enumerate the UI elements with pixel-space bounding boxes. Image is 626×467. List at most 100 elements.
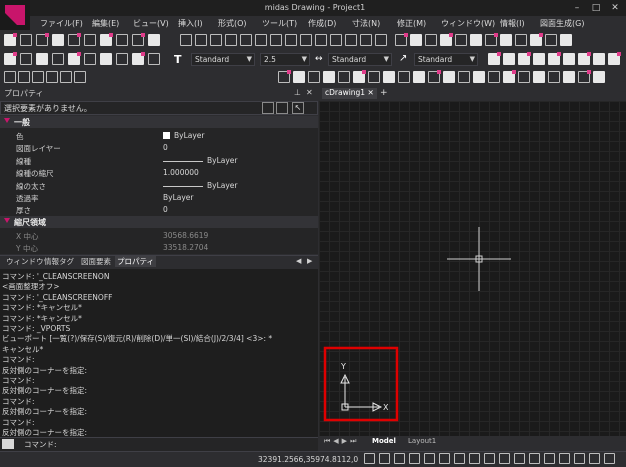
tool-r3b-19-icon[interactable] bbox=[563, 71, 575, 83]
layout-tab-0[interactable]: Model bbox=[372, 437, 396, 445]
menu-9[interactable]: ウィンドウ(W) bbox=[441, 18, 495, 29]
scale-property-row[interactable]: X 中心 30568.6619 bbox=[0, 230, 318, 242]
tab-scroll-left-icon[interactable]: ◀ bbox=[296, 257, 301, 265]
status-toggle-1-icon[interactable] bbox=[379, 453, 390, 464]
toggle-pickadd-icon[interactable]: ↖ bbox=[292, 102, 304, 114]
tool-r3b-17-icon[interactable] bbox=[533, 71, 545, 83]
status-toggle-0-icon[interactable] bbox=[364, 453, 375, 464]
dim-style-select[interactable]: Standard ▼ bbox=[328, 53, 392, 66]
draw-r1-6-icon[interactable] bbox=[270, 34, 282, 46]
quick-select-icon[interactable] bbox=[262, 102, 274, 114]
tool-r1b-2-icon[interactable] bbox=[425, 34, 437, 46]
draw-r1-5-icon[interactable] bbox=[255, 34, 267, 46]
panel-tab-2[interactable]: 図面要素 bbox=[79, 256, 113, 267]
tool-r1b-1-icon[interactable] bbox=[410, 34, 422, 46]
tool-r3-1-icon[interactable] bbox=[18, 71, 30, 83]
draw-r1-10-icon[interactable] bbox=[330, 34, 342, 46]
menu-3[interactable]: 挿入(I) bbox=[178, 18, 203, 29]
property-row[interactable]: 透過率 ByLayer bbox=[0, 192, 318, 204]
tool-r3b-3-icon[interactable] bbox=[323, 71, 335, 83]
panel-tab-0[interactable]: ウィンドウ bbox=[4, 256, 46, 267]
status-toggle-3-icon[interactable] bbox=[409, 453, 420, 464]
status-toggle-11-icon[interactable] bbox=[529, 453, 540, 464]
draw-r1-4-icon[interactable] bbox=[240, 34, 252, 46]
menu-5[interactable]: ツール(T) bbox=[262, 18, 297, 29]
status-toggle-5-icon[interactable] bbox=[439, 453, 450, 464]
tool-r2-9-icon[interactable] bbox=[148, 53, 160, 65]
tool-r2-3-icon[interactable] bbox=[52, 53, 64, 65]
text-style-icon[interactable]: T bbox=[174, 53, 182, 66]
menu-0[interactable]: ファイル(F) bbox=[40, 18, 83, 29]
menu-10[interactable]: 情報(I) bbox=[500, 18, 525, 29]
status-toggle-2-icon[interactable] bbox=[394, 453, 405, 464]
menu-11[interactable]: 図面生成(G) bbox=[540, 18, 584, 29]
category-general[interactable]: 一般 bbox=[0, 116, 318, 128]
draw-r1-8-icon[interactable] bbox=[300, 34, 312, 46]
tool-r3b-2-icon[interactable] bbox=[308, 71, 320, 83]
tool-r1-5-icon[interactable] bbox=[84, 34, 96, 46]
tool-r2-5-icon[interactable] bbox=[84, 53, 96, 65]
status-toggle-16-icon[interactable] bbox=[604, 453, 615, 464]
menu-4[interactable]: 形式(O) bbox=[218, 18, 247, 29]
pin-icon[interactable]: ⊥ bbox=[294, 88, 301, 97]
maximize-button[interactable]: □ bbox=[589, 2, 603, 14]
tool-r2-1-icon[interactable] bbox=[20, 53, 32, 65]
minimize-button[interactable]: – bbox=[570, 2, 584, 14]
menu-8[interactable]: 修正(M) bbox=[397, 18, 426, 29]
status-toggle-12-icon[interactable] bbox=[544, 453, 555, 464]
status-toggle-4-icon[interactable] bbox=[424, 453, 435, 464]
tool-r1b-10-icon[interactable] bbox=[545, 34, 557, 46]
status-toggle-8-icon[interactable] bbox=[484, 453, 495, 464]
leader-style-select[interactable]: Standard ▼ bbox=[414, 53, 478, 66]
status-toggle-9-icon[interactable] bbox=[499, 453, 510, 464]
tool-r3b-14-icon[interactable] bbox=[488, 71, 500, 83]
text-style-select[interactable]: Standard ▼ bbox=[191, 53, 255, 66]
tool-r2b-5-icon[interactable] bbox=[563, 53, 575, 65]
tool-r1-9-icon[interactable] bbox=[148, 34, 160, 46]
leader-style-icon[interactable]: ↗ bbox=[399, 53, 407, 64]
tool-r3b-18-icon[interactable] bbox=[548, 71, 560, 83]
tool-r1b-4-icon[interactable] bbox=[455, 34, 467, 46]
tool-r2-6-icon[interactable] bbox=[100, 53, 112, 65]
tool-r3b-8-icon[interactable] bbox=[398, 71, 410, 83]
status-toggle-6-icon[interactable] bbox=[454, 453, 465, 464]
draw-r1-11-icon[interactable] bbox=[345, 34, 357, 46]
draw-r1-9-icon[interactable] bbox=[315, 34, 327, 46]
tool-r2-7-icon[interactable] bbox=[116, 53, 128, 65]
panel-tab-1[interactable]: 情報タグ bbox=[42, 256, 76, 267]
tool-r1b-5-icon[interactable] bbox=[470, 34, 482, 46]
layout-nav-arrows[interactable]: ⏮◀▶⏭ bbox=[324, 437, 359, 446]
menu-6[interactable]: 作成(D) bbox=[308, 18, 336, 29]
tool-r3b-9-icon[interactable] bbox=[413, 71, 425, 83]
property-row[interactable]: 色 ByLayer bbox=[0, 130, 318, 142]
tool-r3b-1-icon[interactable] bbox=[293, 71, 305, 83]
document-tab[interactable]: cDrawing1 ✕ bbox=[322, 88, 377, 99]
status-toggle-7-icon[interactable] bbox=[469, 453, 480, 464]
draw-r1-7-icon[interactable] bbox=[285, 34, 297, 46]
new-tab-icon[interactable]: + bbox=[380, 88, 388, 98]
tool-r2-2-icon[interactable] bbox=[36, 53, 48, 65]
tool-r1b-7-icon[interactable] bbox=[500, 34, 512, 46]
panel-tab-3[interactable]: プロパティ bbox=[115, 256, 157, 267]
draw-r1-3-icon[interactable] bbox=[225, 34, 237, 46]
tool-r3b-12-icon[interactable] bbox=[458, 71, 470, 83]
dim-style-icon[interactable]: ↔ bbox=[315, 54, 323, 64]
tool-r3-4-icon[interactable] bbox=[60, 71, 72, 83]
tool-r1-3-icon[interactable] bbox=[52, 34, 64, 46]
tool-r3-5-icon[interactable] bbox=[74, 71, 86, 83]
property-row[interactable]: 線種 ByLayer bbox=[0, 155, 318, 167]
draw-r1-12-icon[interactable] bbox=[360, 34, 372, 46]
close-panel-icon[interactable]: ✕ bbox=[306, 88, 313, 97]
property-row[interactable]: 厚さ 0 bbox=[0, 204, 318, 216]
status-toggle-10-icon[interactable] bbox=[514, 453, 525, 464]
tool-r2b-7-icon[interactable] bbox=[593, 53, 605, 65]
draw-r1-0-icon[interactable] bbox=[180, 34, 192, 46]
menu-1[interactable]: 編集(E) bbox=[92, 18, 119, 29]
tool-r3b-13-icon[interactable] bbox=[473, 71, 485, 83]
draw-r1-13-icon[interactable] bbox=[375, 34, 387, 46]
layout-tab-1[interactable]: Layout1 bbox=[408, 437, 436, 445]
tool-r3b-16-icon[interactable] bbox=[518, 71, 530, 83]
tool-r3b-4-icon[interactable] bbox=[338, 71, 350, 83]
tool-r3b-7-icon[interactable] bbox=[383, 71, 395, 83]
tool-r3-3-icon[interactable] bbox=[46, 71, 58, 83]
